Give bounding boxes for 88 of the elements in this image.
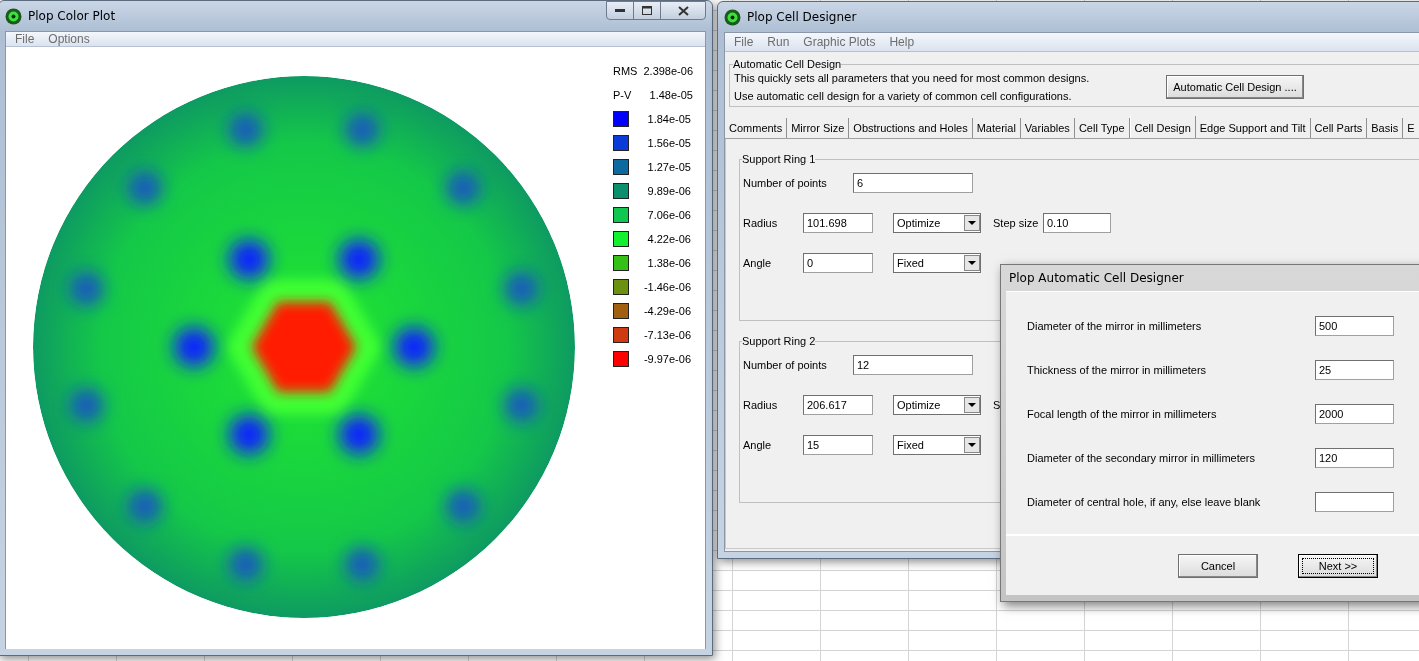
input-field[interactable] bbox=[1315, 492, 1394, 512]
menu-item[interactable]: File bbox=[8, 32, 42, 46]
tab[interactable]: Material bbox=[972, 118, 1021, 138]
field-label: Number of points bbox=[743, 177, 828, 189]
field-label: Thickness of the mirror in millimeters bbox=[1027, 364, 1208, 376]
window-title: Plop Cell Designer bbox=[747, 10, 857, 24]
stat-label: RMS bbox=[613, 65, 638, 77]
app-icon bbox=[724, 8, 741, 26]
field-label: Diameter of the mirror in millimeters bbox=[1027, 320, 1203, 332]
tab[interactable]: Cell Design bbox=[1129, 116, 1196, 138]
group-title: Support Ring 2 bbox=[742, 335, 816, 347]
input-field[interactable]: 0 bbox=[803, 253, 873, 273]
legend-value: -1.46e-06 bbox=[643, 281, 691, 293]
caret-icon bbox=[968, 220, 976, 226]
field-label: Focal length of the mirror in millimeters bbox=[1027, 408, 1218, 420]
maximize-button[interactable] bbox=[633, 1, 661, 20]
stat-value: 1.48e-05 bbox=[649, 89, 693, 101]
input-field[interactable]: 101.698 bbox=[803, 213, 873, 233]
maximize-icon bbox=[642, 6, 652, 15]
tab[interactable]: Variables bbox=[1020, 118, 1075, 138]
dropdown-button[interactable] bbox=[964, 437, 980, 453]
mode-dropdown[interactable]: Optimize bbox=[893, 213, 981, 233]
tab[interactable]: Comments bbox=[725, 118, 788, 138]
legend-value: 9.89e-06 bbox=[647, 185, 691, 197]
group-title: Support Ring 1 bbox=[742, 153, 816, 165]
menu-item[interactable]: Help bbox=[882, 35, 922, 49]
field-label: S bbox=[993, 399, 1002, 411]
input-field[interactable]: 15 bbox=[803, 435, 873, 455]
tab[interactable]: Obstructions and Holes bbox=[849, 118, 973, 138]
field-label: Step size bbox=[993, 217, 1040, 229]
mode-dropdown[interactable]: Fixed bbox=[893, 435, 981, 455]
legend-value: 1.56e-05 bbox=[647, 137, 691, 149]
legend-value: 1.27e-05 bbox=[647, 161, 691, 173]
field-label: Radius bbox=[743, 217, 779, 229]
tab[interactable]: Mirror Size bbox=[787, 118, 850, 138]
legend-value: 4.22e-06 bbox=[647, 233, 691, 245]
dialog-title: Plop Automatic Cell Designer bbox=[1009, 271, 1184, 285]
menu-item[interactable]: Options bbox=[41, 32, 97, 46]
default-button[interactable]: Next >> bbox=[1298, 554, 1378, 578]
dropdown-button[interactable] bbox=[964, 215, 980, 231]
app-icon bbox=[5, 7, 22, 25]
tab[interactable]: Basis bbox=[1367, 118, 1404, 138]
input-field[interactable]: 120 bbox=[1315, 448, 1394, 468]
close-button[interactable] bbox=[660, 1, 706, 20]
field-label: Diameter of the secondary mirror in millimeters bbox=[1027, 452, 1256, 464]
field-label: Angle bbox=[743, 439, 773, 451]
group-title: Automatic Cell Design bbox=[733, 58, 842, 70]
window-title: Plop Color Plot bbox=[28, 9, 116, 23]
description-text: Use automatic cell design for a variety of common cell configurations. bbox=[734, 90, 1073, 102]
legend-value: -7.13e-06 bbox=[643, 329, 691, 341]
mode-dropdown[interactable]: Fixed bbox=[893, 253, 981, 273]
minimize-button[interactable] bbox=[606, 1, 634, 20]
dialog-button[interactable]: Cancel bbox=[1178, 554, 1258, 578]
menu-item[interactable]: Run bbox=[760, 35, 797, 49]
legend-value: -9.97e-06 bbox=[643, 353, 691, 365]
dropdown-button[interactable] bbox=[964, 255, 980, 271]
input-field[interactable]: 25 bbox=[1315, 360, 1394, 380]
dropdown-button[interactable] bbox=[964, 397, 980, 413]
legend-value: 7.06e-06 bbox=[647, 209, 691, 221]
caret-icon bbox=[968, 260, 976, 266]
menu-item[interactable]: Graphic Plots bbox=[796, 35, 883, 49]
legend-value: 1.38e-06 bbox=[647, 257, 691, 269]
stat-value: 2.398e-06 bbox=[643, 65, 693, 77]
field-label: Number of points bbox=[743, 359, 828, 371]
input-field[interactable]: 206.617 bbox=[803, 395, 873, 415]
stat-label: P-V bbox=[613, 89, 632, 101]
field-label: Angle bbox=[743, 257, 773, 269]
field-label: Radius bbox=[743, 399, 779, 411]
caret-icon bbox=[968, 442, 976, 448]
tab[interactable]: Cell Parts bbox=[1310, 118, 1368, 138]
tab[interactable]: Cell Type bbox=[1074, 118, 1130, 138]
input-field[interactable]: 6 bbox=[853, 173, 973, 193]
input-field[interactable]: 2000 bbox=[1315, 404, 1394, 424]
menu-item[interactable]: File bbox=[727, 35, 761, 49]
input-field[interactable]: 0.10 bbox=[1043, 213, 1111, 233]
caret-icon bbox=[968, 402, 976, 408]
close-icon bbox=[677, 5, 689, 16]
input-field[interactable]: 12 bbox=[853, 355, 973, 375]
legend-value: 1.84e-05 bbox=[647, 113, 691, 125]
minimize-icon bbox=[615, 8, 625, 13]
legend-value: -4.29e-06 bbox=[643, 305, 691, 317]
input-field[interactable]: 500 bbox=[1315, 316, 1394, 336]
tab[interactable]: E bbox=[1403, 118, 1419, 138]
mode-dropdown[interactable]: Optimize bbox=[893, 395, 981, 415]
description-text: This quickly sets all parameters that you need for most common designs. bbox=[734, 72, 1091, 84]
automatic-design-button[interactable]: Automatic Cell Design .... bbox=[1166, 75, 1304, 99]
tab[interactable]: Edge Support and Tilt bbox=[1195, 118, 1311, 138]
field-label: Diameter of central hole, if any, else leave blank bbox=[1027, 496, 1262, 508]
